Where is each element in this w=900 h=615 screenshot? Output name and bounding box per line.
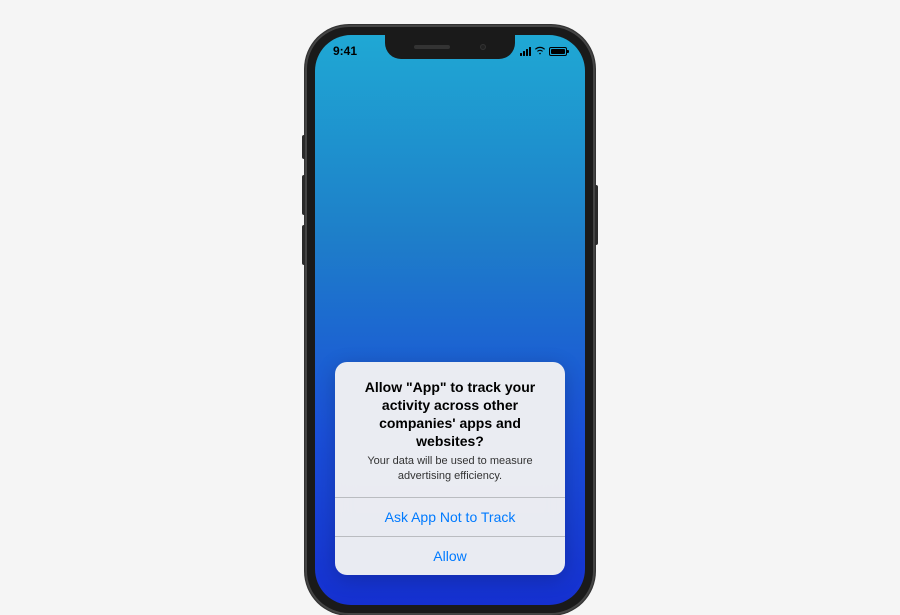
battery-icon	[549, 47, 567, 56]
allow-button[interactable]: Allow	[335, 536, 565, 575]
wifi-icon	[534, 46, 546, 56]
front-camera	[480, 44, 486, 50]
status-time: 9:41	[333, 44, 383, 58]
volume-down-button	[302, 225, 305, 265]
speaker-grille	[414, 45, 450, 49]
power-button	[595, 185, 598, 245]
phone-device-frame: 9:41 Allow "App"	[305, 25, 595, 615]
tracking-permission-dialog: Allow "App" to track your activity acros…	[335, 362, 565, 575]
cellular-signal-icon	[520, 47, 531, 56]
phone-screen: 9:41 Allow "App"	[315, 35, 585, 605]
mute-switch	[302, 135, 305, 159]
dialog-title: Allow "App" to track your activity acros…	[349, 378, 551, 451]
volume-up-button	[302, 175, 305, 215]
device-notch	[385, 35, 515, 59]
status-indicators	[507, 46, 567, 56]
dialog-message: Your data will be used to measure advert…	[349, 454, 551, 483]
dialog-content: Allow "App" to track your activity acros…	[335, 362, 565, 497]
ask-not-to-track-button[interactable]: Ask App Not to Track	[335, 497, 565, 536]
